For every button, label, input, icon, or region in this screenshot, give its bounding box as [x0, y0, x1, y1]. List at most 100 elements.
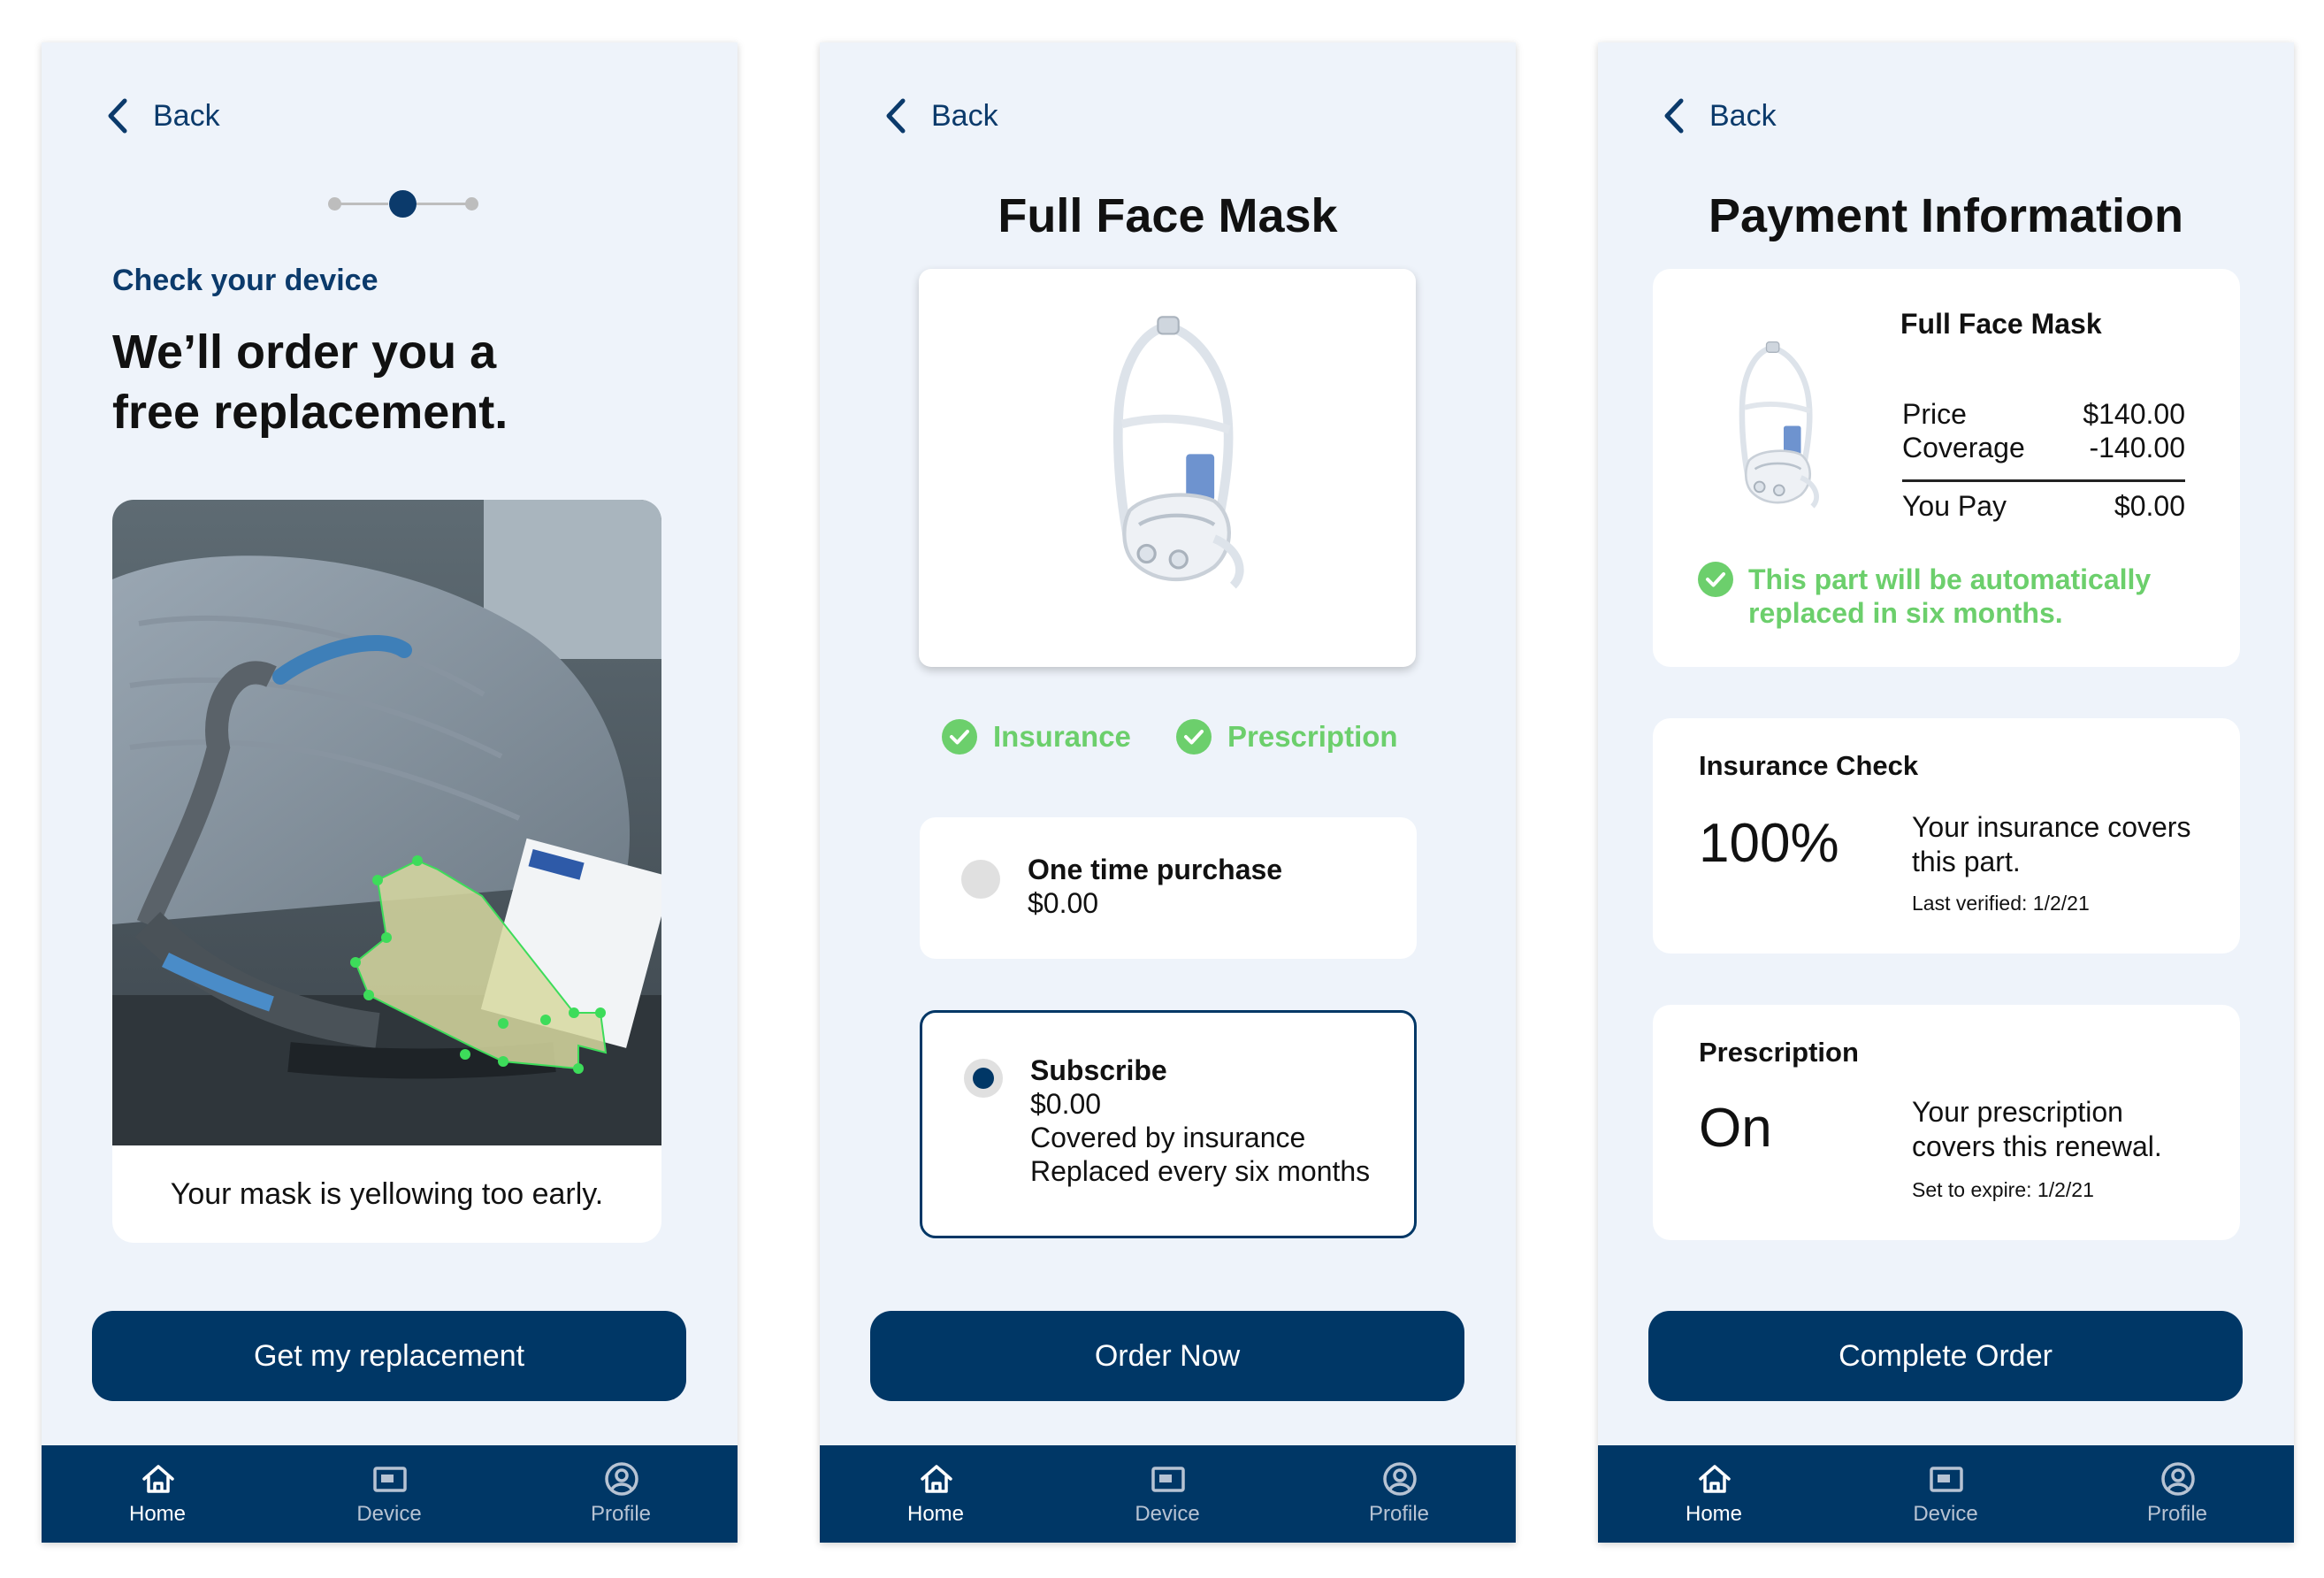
nav-label: Profile — [590, 1502, 652, 1526]
check-circle-icon — [1697, 561, 1734, 598]
bottom-nav: Home Device Profile — [820, 1445, 1516, 1543]
back-label: Back — [153, 98, 220, 133]
nav-label: Home — [1685, 1502, 1743, 1526]
insurance-description: Your insurance covers this part. — [1912, 810, 2213, 879]
option-detail: Replaced every six months — [1030, 1155, 1371, 1187]
auto-replace-text: This part will be automatically replaced… — [1748, 563, 2151, 630]
coverage-value: -140.00 — [2089, 432, 2185, 463]
stepper-line — [335, 203, 388, 205]
note-line: replaced in six months. — [1748, 597, 2063, 629]
check-label: Insurance — [993, 720, 1131, 753]
home-icon — [141, 1461, 176, 1497]
complete-order-button[interactable]: Complete Order — [1648, 1311, 2243, 1401]
you-pay-label: You Pay — [1902, 490, 2007, 522]
page-title: Full Face Mask — [998, 189, 1338, 242]
prescription-description: Your prescription covers this renewal. — [1912, 1095, 2213, 1164]
check-circle-icon — [941, 718, 978, 755]
order-summary-card: Full Face Mask Price $140.00 Coverage -1… — [1653, 269, 2240, 667]
bottom-nav: Home Device Profile — [42, 1445, 738, 1543]
note-line: This part will be automatically — [1748, 563, 2152, 595]
headline-line: We’ll order you a — [112, 326, 497, 379]
home-icon — [1697, 1461, 1732, 1497]
check-label: Prescription — [1227, 720, 1398, 753]
desc-line: this part. — [1912, 846, 2021, 877]
option-price: $0.00 — [1030, 1088, 1102, 1120]
progress-stepper — [328, 186, 478, 221]
back-button[interactable]: Back — [1660, 96, 1777, 136]
option-text: One time purchase $0.00 — [1028, 853, 1282, 920]
device-icon — [1929, 1461, 1964, 1497]
full-face-mask-thumbnail — [1715, 340, 1830, 524]
desc-line: Your prescription — [1912, 1096, 2123, 1128]
card-title: Prescription — [1699, 1037, 1859, 1068]
price-label: Price — [1902, 398, 1967, 430]
back-label: Back — [931, 98, 998, 133]
screen-full-face-mask: Back Full Face Mask Insurance Prescripti… — [820, 42, 1516, 1543]
expiration-date: Set to expire: 1/2/21 — [1912, 1178, 2094, 1201]
radio-selected[interactable] — [964, 1059, 1003, 1098]
eligibility-checks: Insurance Prescription — [820, 718, 1516, 762]
profile-icon — [2160, 1461, 2196, 1497]
full-face-mask-image — [1069, 313, 1265, 614]
you-pay-value: $0.00 — [2114, 490, 2185, 522]
back-button[interactable]: Back — [103, 96, 220, 136]
step-dot — [465, 197, 478, 211]
screen-payment-information: Back Payment Information Full Face Mask … — [1598, 42, 2294, 1543]
device-icon — [372, 1461, 408, 1497]
nav-label: Device — [356, 1502, 422, 1526]
nav-home[interactable]: Home — [42, 1445, 273, 1543]
radio-unselected[interactable] — [961, 860, 1000, 899]
get-replacement-button[interactable]: Get my replacement — [92, 1311, 686, 1401]
option-one-time-purchase[interactable]: One time purchase $0.00 — [920, 817, 1417, 959]
nav-device[interactable]: Device — [273, 1445, 505, 1543]
you-pay-row: You Pay $0.00 — [1902, 490, 2185, 523]
nav-home[interactable]: Home — [1598, 1445, 1830, 1543]
home-icon — [919, 1461, 954, 1497]
device-photo-card: Your mask is yellowing too early. — [112, 500, 661, 1243]
insurance-check: Insurance — [941, 718, 1131, 755]
price-value: $140.00 — [2083, 398, 2185, 430]
bottom-nav: Home Device Profile — [1598, 1445, 2294, 1543]
option-subscribe[interactable]: Subscribe $0.00 Covered by insurance Rep… — [920, 1010, 1417, 1238]
radio-dot — [973, 1068, 994, 1089]
card-title: Insurance Check — [1699, 750, 1919, 781]
option-text: Subscribe $0.00 Covered by insurance Rep… — [1030, 1053, 1370, 1188]
back-button[interactable]: Back — [882, 96, 998, 136]
nav-label: Home — [128, 1502, 187, 1526]
section-kicker: Check your device — [112, 264, 378, 297]
order-now-button[interactable]: Order Now — [870, 1311, 1464, 1401]
nav-profile[interactable]: Profile — [2061, 1445, 2293, 1543]
nav-profile[interactable]: Profile — [1283, 1445, 1515, 1543]
step-dot — [328, 197, 341, 211]
nav-home[interactable]: Home — [820, 1445, 1051, 1543]
prescription-check: Prescription — [1175, 718, 1398, 755]
desc-line: covers this renewal. — [1912, 1130, 2162, 1162]
headline-line: free replacement. — [112, 386, 508, 439]
coverage-label: Coverage — [1902, 432, 2025, 463]
option-title: Subscribe — [1030, 1054, 1167, 1086]
insurance-coverage-value: 100% — [1699, 813, 1839, 874]
product-name: Full Face Mask — [1900, 308, 2102, 340]
prescription-status-value: On — [1699, 1098, 1772, 1159]
step-dot-current — [389, 190, 417, 218]
headline: We’ll order you a free replacement. — [112, 322, 643, 442]
product-image-card — [919, 269, 1416, 667]
coverage-row: Coverage -140.00 — [1902, 432, 2185, 464]
photo-caption: Your mask is yellowing too early. — [170, 1176, 604, 1211]
mask-detection-photo — [112, 500, 661, 1145]
nav-label: Profile — [2146, 1502, 2208, 1526]
auto-replace-note: This part will be automatically replaced… — [1697, 563, 2228, 630]
nav-device[interactable]: Device — [1830, 1445, 2061, 1543]
chevron-left-icon — [103, 96, 130, 136]
option-price: $0.00 — [1028, 887, 1099, 919]
back-label: Back — [1709, 98, 1777, 133]
nav-profile[interactable]: Profile — [505, 1445, 737, 1543]
page-title: Payment Information — [1708, 189, 2184, 242]
profile-icon — [604, 1461, 639, 1497]
last-verified: Last verified: 1/2/21 — [1912, 892, 2090, 915]
device-icon — [1151, 1461, 1186, 1497]
profile-icon — [1382, 1461, 1418, 1497]
price-row: Price $140.00 — [1902, 398, 2185, 431]
nav-label: Device — [1135, 1502, 1200, 1526]
nav-device[interactable]: Device — [1051, 1445, 1283, 1543]
